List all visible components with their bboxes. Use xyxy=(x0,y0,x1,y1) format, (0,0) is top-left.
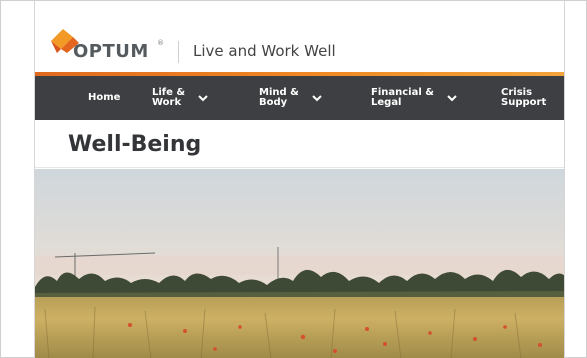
registered-mark: ® xyxy=(157,39,164,47)
nav-item-label: Crisis Support xyxy=(501,87,547,108)
browser-frame: OPTUM ® Live and Work Well Home Life & W… xyxy=(0,0,587,358)
nav-item-label: Home xyxy=(88,92,121,103)
main-nav: Home Life & Work Mind & Body Financial &… xyxy=(35,76,564,120)
chevron-down-icon[interactable] xyxy=(311,93,323,103)
nav-item-label: Financial & Legal xyxy=(371,87,434,108)
nav-item-life-work[interactable]: Life & Work xyxy=(152,76,209,120)
nav-item-financial-legal[interactable]: Financial & Legal xyxy=(371,76,458,120)
chevron-down-icon[interactable] xyxy=(197,93,209,103)
page-title-row: Well-Being xyxy=(35,120,564,168)
brand-logo-text[interactable]: OPTUM xyxy=(73,41,149,62)
site-tagline: Live and Work Well xyxy=(193,42,336,60)
chevron-down-icon[interactable] xyxy=(446,93,458,103)
site-header: OPTUM ® Live and Work Well xyxy=(35,1,564,73)
page-title: Well-Being xyxy=(68,132,202,157)
page-viewport: OPTUM ® Live and Work Well Home Life & W… xyxy=(34,1,565,358)
nav-item-label: Life & Work xyxy=(152,87,186,108)
hero-image xyxy=(35,169,564,358)
nav-item-mind-body[interactable]: Mind & Body xyxy=(259,76,323,120)
nav-item-crisis-support[interactable]: Crisis Support xyxy=(501,76,546,120)
nav-item-label: Mind & Body xyxy=(259,87,299,108)
nav-item-home[interactable]: Home xyxy=(88,76,120,120)
header-divider xyxy=(178,41,179,63)
meadow-landscape-image xyxy=(35,169,564,358)
